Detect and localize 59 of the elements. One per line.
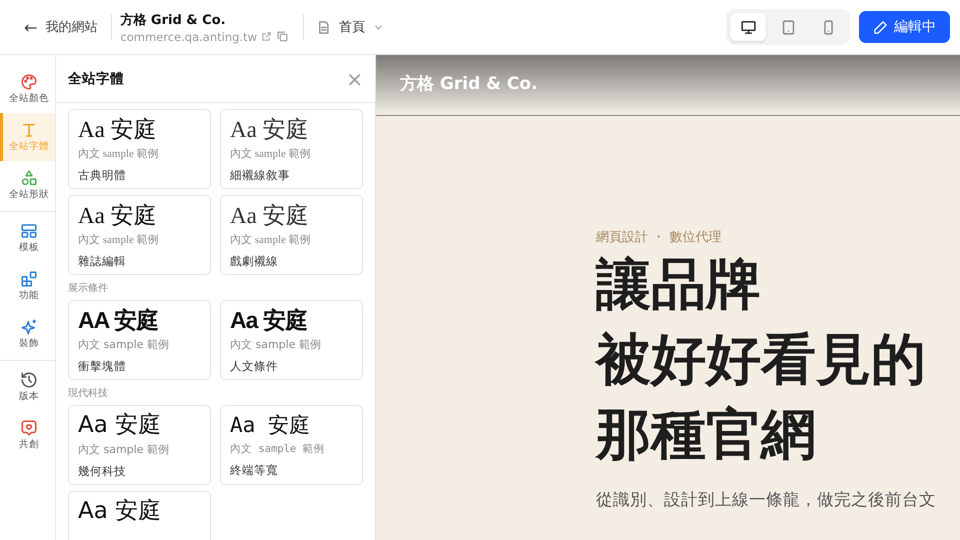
font-card[interactable]: Aa 安庭 內文 sample 範例 戲劇襯線 (220, 195, 363, 275)
edit-button[interactable]: 編輯中 (859, 11, 950, 43)
body-sample: 內文 sample 範例 (230, 337, 322, 352)
font-name: 人文條件 (230, 359, 279, 374)
site-name: 方格 Grid & Co. (120, 12, 227, 28)
body-sample: 內文 sample 範例 (230, 232, 312, 247)
font-sample: Aa 安庭 (78, 116, 158, 144)
font-sample: Aa 安庭 (230, 202, 310, 230)
font-name: 終端等寬 (230, 463, 279, 478)
headline-line: 被好好看見的 (596, 325, 927, 393)
font-sample: AA 安庭 (78, 306, 160, 335)
font-card[interactable]: Aa 安庭 內文 sample 範例 古典明體 (68, 109, 211, 189)
group-heading: 展示條件 (68, 282, 109, 295)
font-name: 細襯線敘事 (230, 168, 291, 183)
page-dropdown[interactable]: 首頁 (312, 18, 388, 36)
rail-item[interactable]: 裝飾 (0, 310, 55, 358)
body-sample: 內文 sample 範例 (78, 442, 170, 457)
body-sample: 內文 sample 範例 (78, 337, 170, 352)
body-sample: 內文 sample 範例 (78, 146, 160, 161)
pencil-icon (873, 20, 888, 34)
body-sample: 內文 sample 範例 (230, 146, 312, 161)
font-card[interactable]: Aa 安庭 內文 sample 範例 幾何科技 (68, 405, 211, 485)
rail-item[interactable]: 共創 (0, 411, 55, 459)
eyebrow-text: 網頁設計 ・ 數位代理 (596, 229, 722, 246)
rail-item[interactable]: 功能 (0, 262, 55, 310)
font-sample: Aa 安庭 (230, 116, 310, 144)
device-button[interactable] (730, 13, 766, 41)
group-heading: 現代科技 (68, 386, 109, 400)
rail-item[interactable]: 版本 (0, 363, 55, 411)
headline-line: 那種官網 (596, 400, 817, 468)
font-card[interactable]: Aa 安庭 內文 sample 範例 細襯線敘事 (220, 109, 363, 189)
font-name: 幾何科技 (78, 464, 127, 479)
font-name: 戲劇襯線 (230, 254, 279, 269)
body-sample: 內文 sample 範例 (78, 232, 160, 247)
font-card[interactable]: Aa 安庭 內文 sample 範例 人文條件 (220, 300, 363, 380)
font-sample: Aa 安庭 (78, 411, 162, 440)
rail-item[interactable]: 全站顏色 (0, 65, 55, 113)
body-sample: 內文 sample 範例 (230, 442, 326, 456)
external-link-icon (260, 31, 272, 42)
font-sample: Aa 安庭 (78, 202, 158, 230)
font-name: 古典明體 (78, 168, 127, 183)
hero-text: 從識別、設計到上線一條龍，做完之後前台文 (596, 489, 937, 511)
panel-title: 全站字體 (68, 70, 124, 88)
site-brand: 方格 Grid & Co. (400, 72, 538, 94)
back-link[interactable]: ← 我的網站 (24, 18, 98, 36)
font-sample: Aa 安庭 (78, 497, 162, 526)
font-sample: Aa 安庭 (230, 306, 308, 335)
font-name: 雜誌編輯 (78, 254, 127, 269)
headline-line: 讓品牌 (596, 250, 762, 318)
font-name: 衝擊塊體 (78, 359, 127, 374)
font-card[interactable]: Aa 安庭 內文 sample 範例 雜誌編輯 (68, 195, 211, 275)
rail-item[interactable]: 模板 (0, 214, 55, 262)
font-sample: Aa 安庭 (230, 412, 311, 439)
copy-icon[interactable] (276, 30, 289, 43)
font-card[interactable]: AA 安庭 內文 sample 範例 衝擊塊體 (68, 300, 211, 380)
rail-item[interactable]: 全站形狀 (0, 161, 55, 209)
font-card[interactable]: Aa 安庭 (68, 491, 211, 540)
monitor-icon (740, 18, 756, 36)
font-card[interactable]: Aa 安庭 內文 sample 範例 終端等寬 (220, 405, 363, 485)
